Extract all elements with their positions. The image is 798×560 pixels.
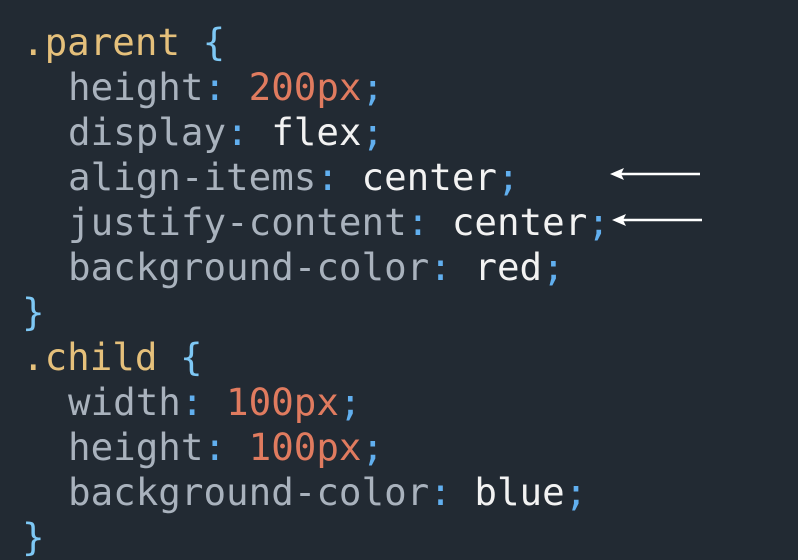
- property-name: height: [68, 425, 204, 469]
- property-name: justify-content: [68, 200, 407, 244]
- property-name: height: [68, 65, 204, 109]
- property-value: 200px: [248, 65, 362, 109]
- code-line-parent-height: height: 200px;: [22, 65, 798, 110]
- semicolon: ;: [361, 65, 385, 109]
- property-value: flex: [271, 110, 362, 154]
- code-line-child-close: }: [22, 515, 798, 560]
- property-value: center: [451, 200, 588, 244]
- property-value: blue: [474, 470, 565, 514]
- property-value: red: [474, 245, 543, 289]
- colon: :: [429, 470, 452, 514]
- code-line-parent-close: }: [22, 290, 798, 335]
- semicolon: ;: [542, 245, 565, 289]
- open-brace: {: [180, 335, 203, 379]
- colon: :: [316, 155, 339, 199]
- property-name: background-color: [68, 245, 430, 289]
- semicolon: ;: [361, 425, 385, 469]
- code-line-parent-display: display: flex;: [22, 110, 798, 155]
- property-name: background-color: [68, 470, 430, 514]
- colon: :: [203, 425, 227, 469]
- colon: :: [180, 380, 204, 424]
- semicolon: ;: [587, 200, 610, 244]
- left-arrow-icon: [610, 168, 700, 180]
- colon: :: [203, 65, 227, 109]
- code-line-parent-background-color: background-color: red;: [22, 245, 798, 290]
- property-value: 100px: [226, 380, 339, 424]
- property-value: 100px: [248, 425, 362, 469]
- code-line-child-selector: .child {: [22, 335, 798, 380]
- child-selector: .child: [22, 335, 158, 379]
- property-name: align-items: [68, 155, 317, 199]
- colon: :: [406, 200, 430, 244]
- semicolon: ;: [338, 380, 362, 424]
- code-line-parent-selector: .parent {: [22, 20, 798, 65]
- property-name: width: [68, 380, 181, 424]
- close-brace: }: [22, 515, 45, 559]
- open-brace: {: [202, 20, 226, 64]
- semicolon: ;: [564, 470, 588, 514]
- property-name: display: [68, 110, 227, 154]
- colon: :: [429, 245, 452, 289]
- code-editor-panel: .parent { height: 200px; display: flex; …: [0, 0, 798, 559]
- code-line-child-background-color: background-color: blue;: [22, 470, 798, 515]
- left-arrow-icon: [612, 214, 702, 226]
- property-value: center: [361, 155, 497, 199]
- code-line-child-width: width: 100px;: [22, 380, 798, 425]
- colon: :: [226, 110, 249, 154]
- close-brace: }: [22, 290, 45, 334]
- semicolon: ;: [361, 110, 385, 154]
- semicolon: ;: [496, 155, 520, 199]
- code-line-child-height: height: 100px;: [22, 425, 798, 470]
- parent-selector: .parent: [22, 20, 181, 64]
